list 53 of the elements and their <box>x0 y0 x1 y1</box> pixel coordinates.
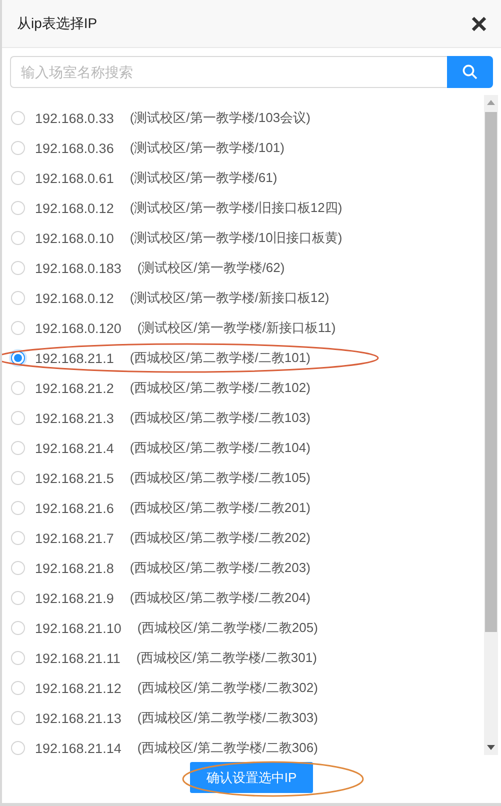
location-label: (测试校区/第一教学楼/旧接口板12四) <box>130 199 342 217</box>
location-label: (西城校区/第二教学楼/二教302) <box>137 679 318 697</box>
ip-address: 192.168.21.8 <box>35 560 114 576</box>
scroll-up-icon[interactable] <box>487 100 495 105</box>
search-field[interactable]: 输入场室名称搜索 <box>10 56 447 88</box>
ip-address: 192.168.0.10 <box>35 230 114 246</box>
search-button[interactable] <box>447 56 493 88</box>
location-label: (西城校区/第二教学楼/二教102) <box>130 379 310 397</box>
scrollbar[interactable] <box>484 95 498 755</box>
location-label: (西城校区/第二教学楼/二教104) <box>130 439 310 457</box>
ip-address: 192.168.0.120 <box>35 320 122 336</box>
location-label: (测试校区/第一教学楼/103会议) <box>130 109 310 127</box>
ip-address: 192.168.21.13 <box>35 710 122 726</box>
ip-address: 192.168.0.36 <box>35 140 114 156</box>
ip-address: 192.168.21.4 <box>35 440 114 456</box>
location-label: (测试校区/第一教学楼/新接口板11) <box>137 319 336 337</box>
location-label: (测试校区/第一教学楼/101) <box>130 139 284 157</box>
location-label: (西城校区/第二教学楼/二教306) <box>137 739 318 757</box>
location-label: (西城校区/第二教学楼/二教105) <box>130 469 310 487</box>
ip-address: 192.168.21.1 <box>35 350 114 366</box>
location-label: (西城校区/第二教学楼/二教204) <box>130 589 310 607</box>
search-icon <box>462 64 478 80</box>
ip-address: 192.168.21.2 <box>35 380 114 396</box>
location-label: (西城校区/第二教学楼/二教203) <box>130 559 310 577</box>
location-label: (测试校区/第一教学楼/10旧接口板黄) <box>130 229 342 247</box>
dialog-title: 从ip表选择IP <box>17 14 98 32</box>
close-icon[interactable] <box>471 16 487 32</box>
ip-address: 192.168.21.7 <box>35 530 114 546</box>
ip-address: 192.168.0.183 <box>35 260 122 276</box>
ip-address: 192.168.21.11 <box>35 650 120 666</box>
ip-address: 192.168.21.14 <box>35 740 122 756</box>
location-label: (西城校区/第二教学楼/二教303) <box>137 709 318 727</box>
location-label: (西城校区/第二教学楼/二教205) <box>137 619 318 637</box>
location-label: (西城校区/第二教学楼/二教301) <box>136 649 317 667</box>
ip-address: 192.168.0.33 <box>35 110 114 126</box>
location-label: (测试校区/第一教学楼/61) <box>130 169 278 187</box>
location-label: (测试校区/第一教学楼/新接口板12) <box>130 289 330 307</box>
location-label: (测试校区/第一教学楼/62) <box>137 259 285 277</box>
ip-address: 192.168.0.61 <box>35 170 114 186</box>
scroll-down-icon[interactable] <box>487 745 495 750</box>
ip-address: 192.168.21.10 <box>35 620 122 636</box>
location-label: (西城校区/第二教学楼/二教101) <box>130 349 310 367</box>
ip-address: 192.168.21.12 <box>35 680 122 696</box>
confirm-button[interactable]: 确认设置选中IP <box>190 762 313 793</box>
location-label: (西城校区/第二教学楼/二教103) <box>130 409 310 427</box>
ip-address: 192.168.21.9 <box>35 590 114 606</box>
ip-address: 192.168.21.5 <box>35 470 114 486</box>
ip-address: 192.168.21.6 <box>35 500 114 516</box>
location-label: (西城校区/第二教学楼/二教201) <box>130 499 310 517</box>
ip-address: 192.168.0.12 <box>35 200 114 216</box>
location-label: (西城校区/第二教学楼/二教202) <box>130 529 310 547</box>
ip-address: 192.168.21.3 <box>35 410 114 426</box>
ip-address: 192.168.0.12 <box>35 290 114 306</box>
